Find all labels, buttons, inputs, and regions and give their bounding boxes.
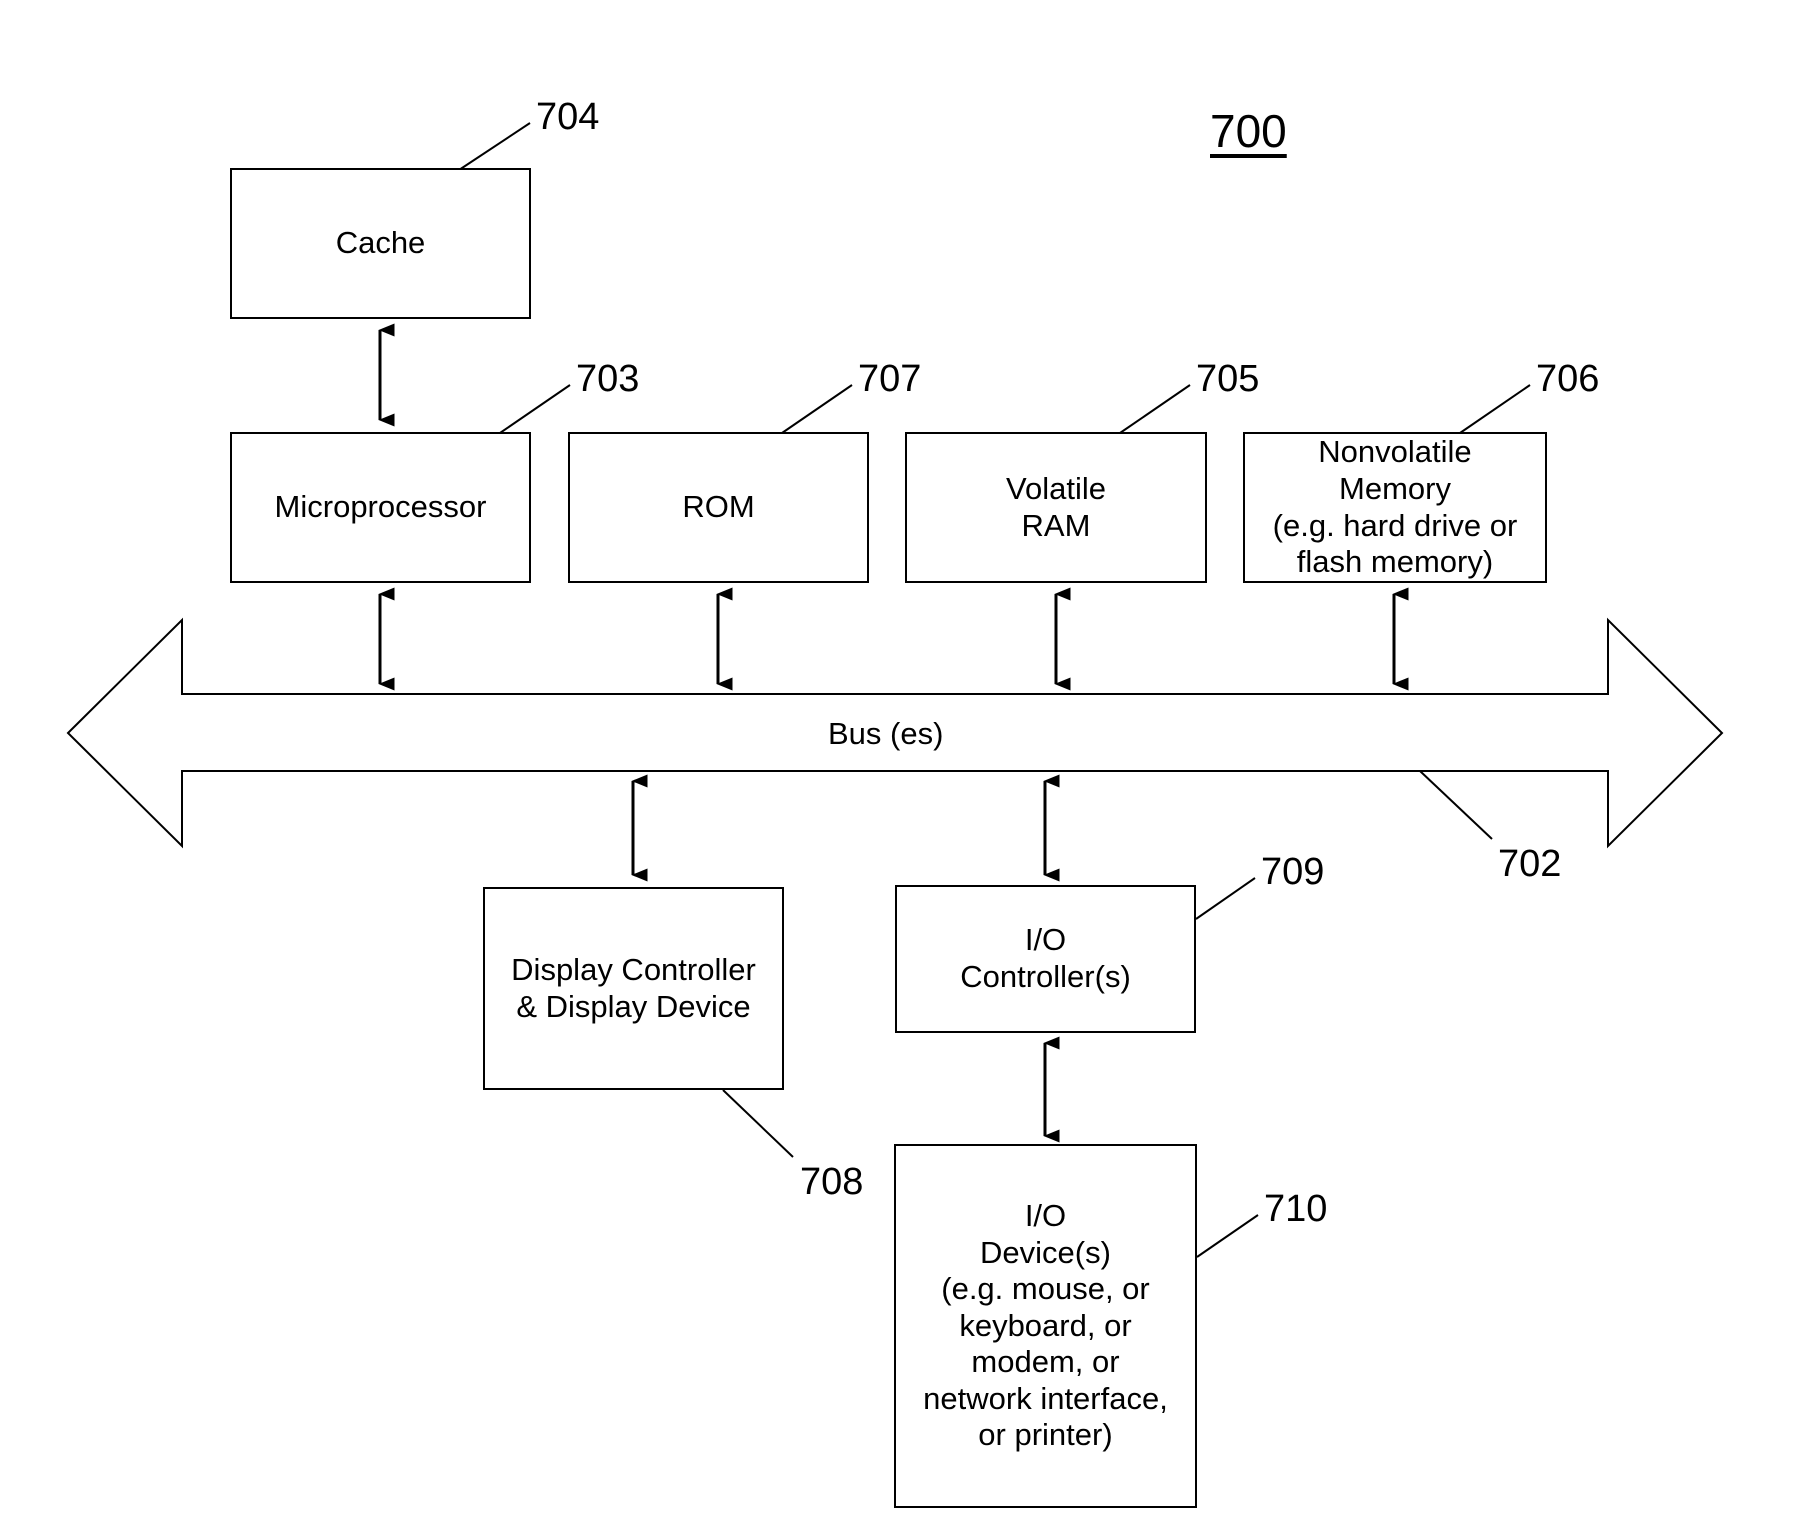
ref-709: 709	[1261, 851, 1325, 893]
figure-number: 700	[1210, 105, 1287, 157]
leader-710	[1196, 1214, 1259, 1258]
ref-706: 706	[1536, 358, 1600, 400]
leader-706	[1459, 384, 1531, 434]
block-cache-label: Cache	[335, 225, 426, 261]
ref-702: 702	[1498, 843, 1562, 885]
block-io-device-label: I/O Device(s) (e.g. mouse, or keyboard, …	[923, 1197, 1168, 1453]
block-display-controller[interactable]: Display Controller & Display Device	[483, 887, 784, 1090]
block-microprocessor[interactable]: Microprocessor	[230, 432, 531, 583]
block-io-controller[interactable]: I/O Controller(s)	[895, 885, 1196, 1033]
block-microprocessor-label: Microprocessor	[274, 489, 487, 525]
block-volatile-ram[interactable]: Volatile RAM	[905, 432, 1207, 583]
block-nonvolatile-memory-label: Nonvolatile Memory (e.g. hard drive or f…	[1272, 434, 1518, 580]
ref-704: 704	[536, 96, 600, 138]
block-io-controller-label: I/O Controller(s)	[960, 922, 1131, 994]
leader-702	[1419, 770, 1493, 840]
leader-703	[499, 384, 571, 434]
block-rom[interactable]: ROM	[568, 432, 869, 583]
leader-709	[1195, 877, 1256, 920]
block-cache[interactable]: Cache	[230, 168, 531, 319]
ref-710: 710	[1264, 1188, 1328, 1230]
ref-705: 705	[1196, 358, 1260, 400]
block-io-device[interactable]: I/O Device(s) (e.g. mouse, or keyboard, …	[894, 1144, 1197, 1508]
figure-canvas: 700 Cache Microprocessor ROM Volatile RA…	[0, 0, 1815, 1540]
block-volatile-ram-label: Volatile RAM	[1006, 470, 1106, 543]
bus-label: Bus (es)	[828, 716, 944, 751]
ref-707: 707	[858, 358, 922, 400]
leader-705	[1119, 384, 1191, 434]
block-display-controller-label: Display Controller & Display Device	[511, 951, 756, 1024]
block-nonvolatile-memory[interactable]: Nonvolatile Memory (e.g. hard drive or f…	[1243, 432, 1547, 583]
ref-708: 708	[800, 1161, 864, 1203]
leader-707	[781, 384, 853, 434]
leader-708	[722, 1089, 794, 1158]
block-rom-label: ROM	[682, 489, 755, 525]
ref-703: 703	[576, 358, 640, 400]
leader-704	[458, 122, 531, 171]
